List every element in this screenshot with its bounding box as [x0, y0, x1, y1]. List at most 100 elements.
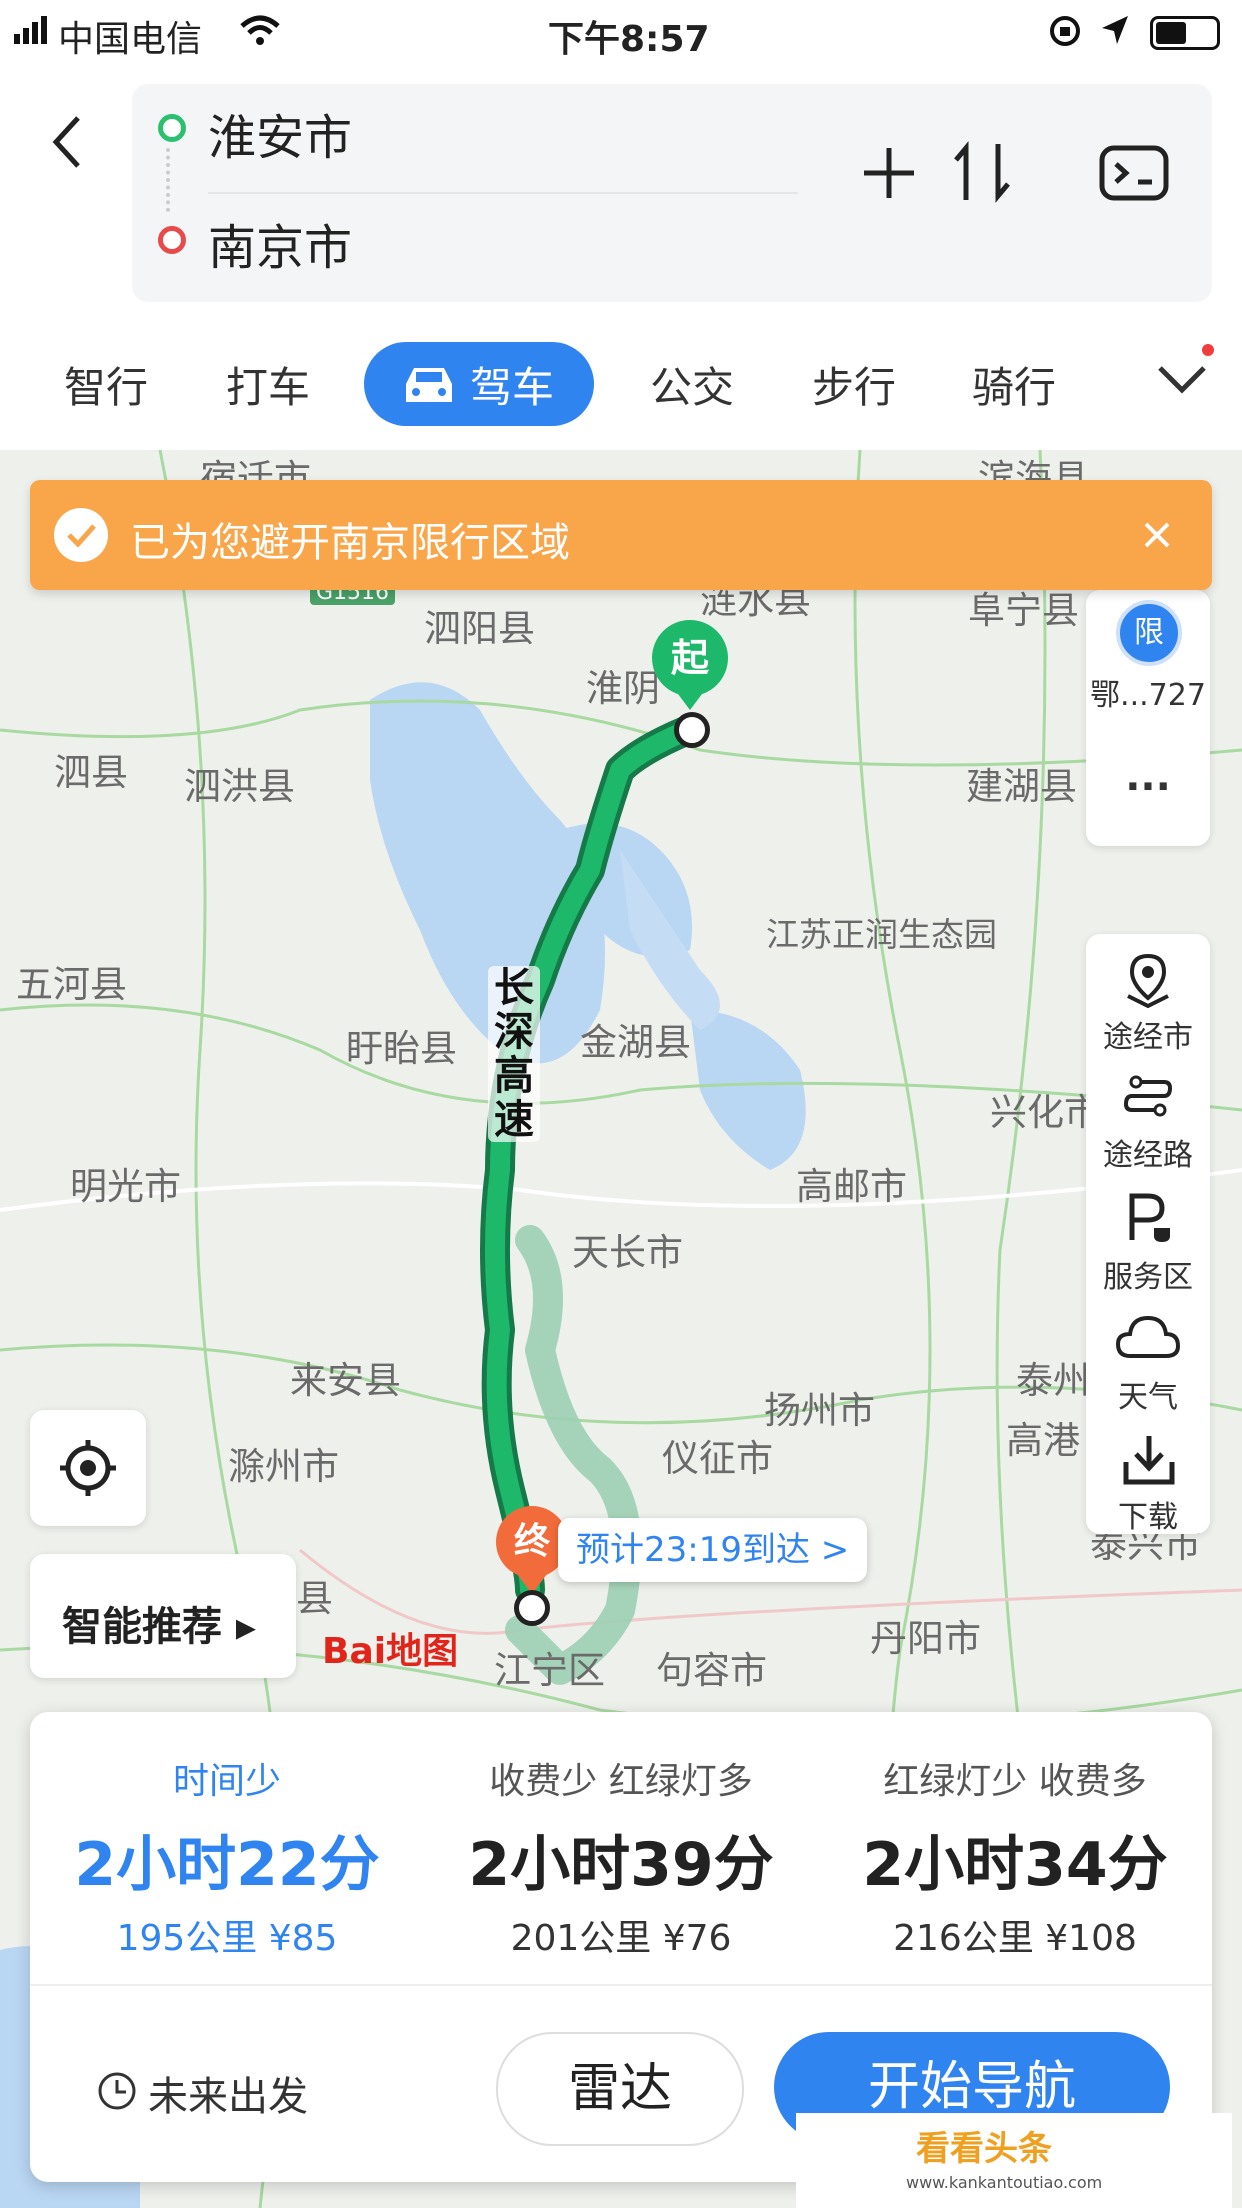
map-label: 天长市 [572, 1231, 683, 1274]
map-label: 扬州市 [764, 1389, 875, 1432]
download-icon [1123, 1436, 1175, 1485]
route-option[interactable]: 时间少 2小时22分 195公里 ¥85 [30, 1712, 424, 1961]
route-connector [166, 148, 174, 212]
restriction-banner: 已为您避开南京限行区域 [30, 480, 1212, 590]
start-dot [158, 114, 186, 142]
option-meta: 216公里 ¥108 [893, 1918, 1137, 1959]
map-label: 泰州 [1016, 1359, 1090, 1402]
side-toolbar: 途经市 途经路 服务区 天气 下载 [1086, 934, 1210, 1536]
add-waypoint-icon[interactable] [860, 144, 918, 202]
tool-weather[interactable]: 天气 [1086, 1372, 1210, 1416]
weather-cloud-icon [1116, 1315, 1180, 1358]
map-label: 泗阳县 [424, 607, 535, 650]
banner-text: 已为您避开南京限行区域 [130, 520, 570, 566]
waypoint-road-icon [1124, 1075, 1172, 1117]
route-option[interactable]: 收费少 红绿灯多 2小时39分 201公里 ¥76 [424, 1712, 818, 1961]
baidu-logo: Bai地图 [322, 1631, 459, 1672]
plate-label[interactable]: 鄂...727 [1086, 670, 1210, 714]
tab-walk[interactable]: 步行 [812, 354, 896, 415]
map-label: 县 [296, 1577, 333, 1620]
service-area-icon [1129, 1193, 1170, 1242]
tool-waypoint-city[interactable]: 途经市 [1086, 1012, 1210, 1056]
start-marker-tail [672, 686, 708, 710]
carrier-label: 中国电信 [58, 19, 203, 60]
option-tags: 红绿灯少 收费多 [883, 1761, 1147, 1802]
car-icon [406, 368, 452, 402]
car-plate-icon[interactable] [1098, 142, 1170, 204]
rotation-lock-icon [1050, 16, 1080, 46]
back-icon[interactable] [50, 114, 84, 170]
start-marker[interactable]: 起 [652, 620, 728, 696]
locate-icon [60, 1440, 116, 1496]
road-name-label: 长深高速 [488, 966, 540, 1142]
smart-recommend-button[interactable]: 智能推荐 ▸ [30, 1554, 296, 1678]
tool-waypoint-road[interactable]: 途经路 [1086, 1130, 1210, 1174]
route-option[interactable]: 红绿灯少 收费多 2小时34分 216公里 ¥108 [818, 1712, 1212, 1961]
map-label: 泗县 [54, 751, 128, 794]
map-label: 泗洪县 [184, 765, 295, 808]
map-label: 仪征市 [662, 1437, 773, 1480]
option-tags: 收费少 红绿灯多 [489, 1761, 753, 1802]
watermark-url: www.kankantoutiao.com [906, 2173, 1103, 2192]
signal-icon [14, 16, 47, 44]
tool-service-area[interactable]: 服务区 [1086, 1252, 1210, 1296]
map-label: 高邮市 [796, 1165, 907, 1208]
map-label: 金湖县 [580, 1021, 691, 1064]
close-icon[interactable] [1142, 520, 1172, 550]
tool-download[interactable]: 下载 [1086, 1492, 1210, 1536]
end-point [514, 1590, 550, 1626]
tab-bike[interactable]: 骑行 [972, 354, 1056, 415]
tab-taxi[interactable]: 打车 [226, 354, 310, 415]
map-label: 明光市 [70, 1165, 181, 1208]
map-label: 盱眙县 [346, 1027, 457, 1070]
map-label: 淮阴 [586, 667, 660, 710]
wifi-icon [240, 15, 280, 45]
route-input-box: 淮安市 南京市 [132, 84, 1212, 302]
location-arrow-icon [1102, 16, 1128, 44]
future-departure-label: 未来出发 [148, 2074, 308, 2120]
locate-button[interactable] [30, 1410, 146, 1526]
chevron-down-icon[interactable] [1156, 358, 1208, 398]
map-label: 五河县 [16, 963, 127, 1006]
tab-smart[interactable]: 智行 [64, 354, 148, 415]
start-location[interactable]: 淮安市 [208, 98, 352, 168]
route-options-card: 时间少 2小时22分 195公里 ¥85 收费少 红绿灯多 2小时39分 201… [30, 1712, 1212, 2182]
status-bar: 中国电信 下午8:57 [0, 0, 1242, 62]
map-poi: 江苏正润生态园 [766, 915, 997, 954]
divider [30, 1984, 1212, 1986]
end-dot [158, 226, 186, 254]
map-label: 建湖县 [966, 765, 1077, 808]
map-label: 丹阳市 [870, 1617, 981, 1660]
divider [208, 192, 798, 194]
option-duration: 2小时34分 [862, 1830, 1168, 1900]
watermark: 看看头条 www.kankantoutiao.com [796, 2113, 1232, 2208]
start-point [674, 712, 710, 748]
option-duration: 2小时39分 [468, 1830, 774, 1900]
radar-button[interactable]: 雷达 [496, 2032, 744, 2146]
watermark-text: 看看头条 [916, 2129, 1052, 2169]
eta-label[interactable]: 预计23:19到达 > [558, 1518, 868, 1582]
swap-icon[interactable] [954, 140, 1010, 204]
notification-dot [1202, 344, 1214, 356]
map-label: 滁州市 [228, 1445, 339, 1488]
more-button[interactable]: ... [1086, 754, 1210, 800]
tab-drive[interactable]: 驾车 [364, 342, 594, 426]
traffic-limit-panel: 限 鄂...727 ... [1086, 590, 1210, 846]
map-label: 兴化市 [990, 1091, 1101, 1134]
option-meta: 195公里 ¥85 [116, 1918, 338, 1959]
tab-bus[interactable]: 公交 [650, 354, 734, 415]
map-label: 江宁区 [494, 1649, 605, 1692]
map-label: 句容市 [656, 1649, 767, 1692]
waypoint-city-icon [1127, 953, 1169, 1008]
map-label: 高港 [1006, 1419, 1080, 1462]
clock-icon [98, 2072, 136, 2110]
limit-badge[interactable]: 限 [1116, 600, 1182, 666]
tab-drive-label: 驾车 [470, 363, 555, 412]
smart-recommend-label: 智能推荐 ▸ [62, 1604, 257, 1650]
option-tags: 时间少 [172, 1761, 281, 1802]
route-header: 淮安市 南京市 智行 打车 驾车 公交 步行 骑行 [0, 62, 1242, 450]
map-label: 来安县 [290, 1359, 401, 1402]
option-duration: 2小时22分 [74, 1830, 380, 1900]
battery-icon [1150, 16, 1220, 50]
end-location[interactable]: 南京市 [208, 208, 352, 278]
